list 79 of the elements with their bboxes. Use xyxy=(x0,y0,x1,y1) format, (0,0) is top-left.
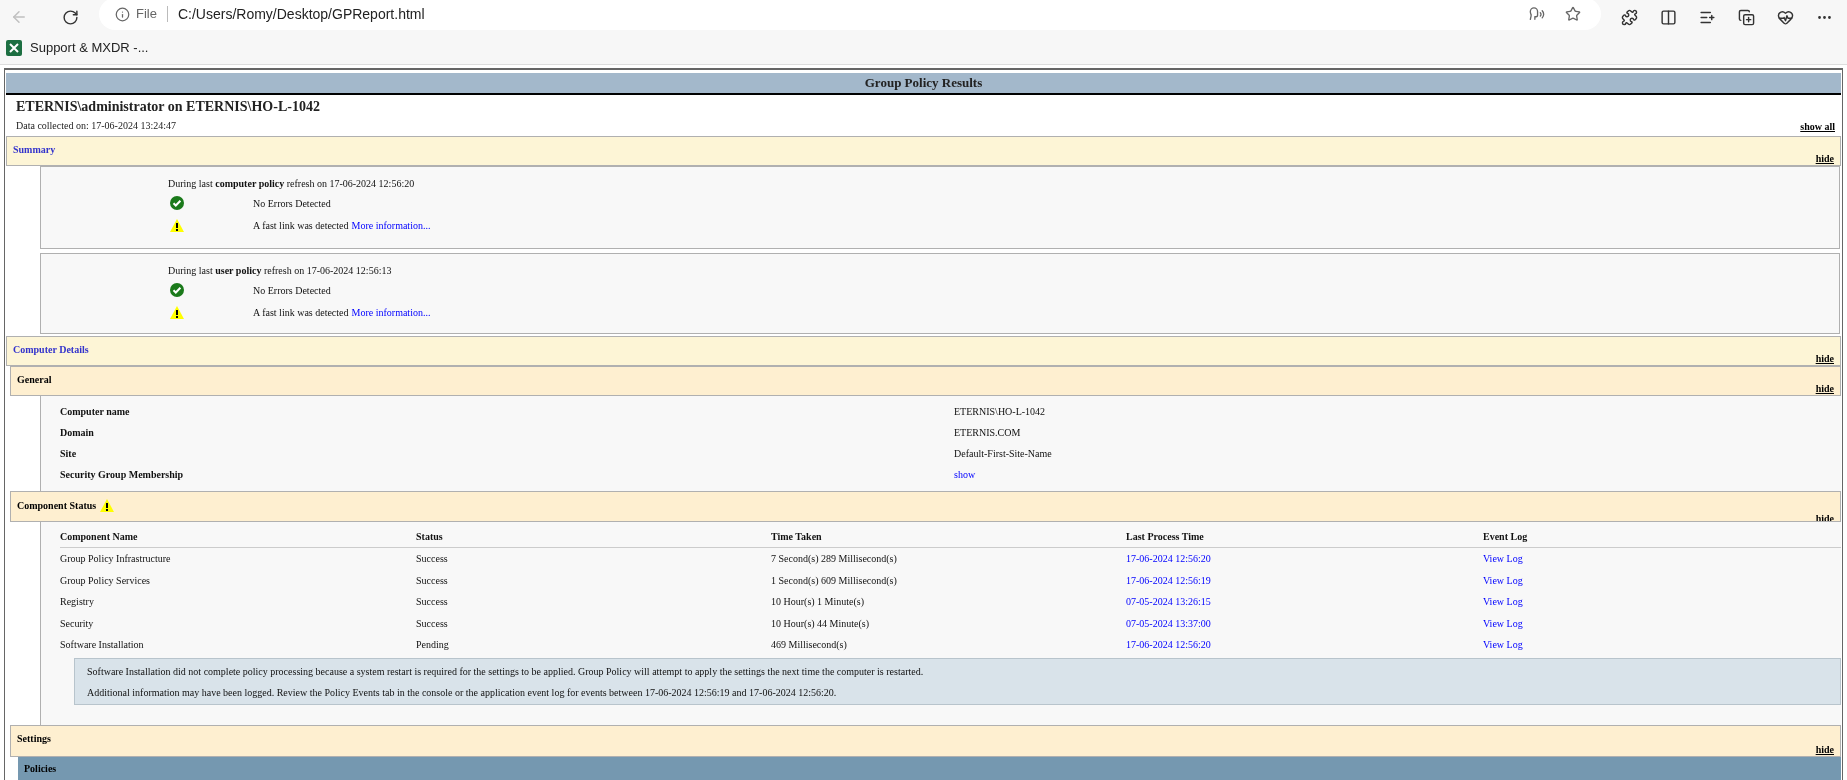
column-header: Time Taken xyxy=(771,530,823,544)
check-icon xyxy=(170,196,184,210)
spreadsheet-icon xyxy=(6,40,22,56)
show-link[interactable]: show xyxy=(954,467,976,482)
table-cell-text: Registry xyxy=(60,595,94,610)
scheme-label: File xyxy=(136,5,157,24)
table-cell-text: Success xyxy=(416,573,448,588)
property-value: ETERNIS\HO-L-1042 xyxy=(954,405,1046,419)
status-text: No Errors Detected xyxy=(253,283,331,298)
table-cell-text: 10 Hour(s) 1 Minute(s) xyxy=(771,595,865,610)
table-cell-text: Group Policy Infrastructure xyxy=(60,552,171,567)
table-cell-text: Success xyxy=(416,616,448,631)
hide-link[interactable]: hide xyxy=(1815,154,1834,164)
address-bar[interactable]: File C:/Users/Romy/Desktop/GPReport.html xyxy=(99,0,1601,30)
section-title: General xyxy=(17,373,52,387)
view-log-link[interactable]: View Log xyxy=(1483,637,1523,653)
hide-link[interactable]: hide xyxy=(1815,745,1834,755)
table-cell-text: Pending xyxy=(416,638,449,653)
section-title: Computer Details xyxy=(13,343,89,357)
process-time-link[interactable]: 17-06-2024 12:56:20 xyxy=(1126,637,1211,653)
favorite-star-icon[interactable] xyxy=(1565,6,1581,22)
table-cell-text: 469 Millisecond(s) xyxy=(771,638,847,653)
table-cell-text: Group Policy Services xyxy=(60,573,150,588)
section-title: Policies xyxy=(24,762,57,776)
property-label: Computer name xyxy=(60,405,131,419)
property-label: Site xyxy=(60,447,78,461)
refresh-text: During last computer policy refresh on 17-06-2024 12:56:20 xyxy=(168,177,416,191)
process-time-link[interactable]: 07-05-2024 13:37:00 xyxy=(1126,615,1211,631)
report-heading: ETERNIS\administrator on ETERNIS\HO-L-1042 xyxy=(16,98,321,116)
browser-essentials-icon[interactable] xyxy=(1777,8,1794,26)
column-header: Last Process Time xyxy=(1126,530,1205,544)
more-information-link[interactable]: More information... xyxy=(351,217,431,233)
section-title: Component Status xyxy=(17,499,97,513)
table-cell-text: 1 Second(s) 609 Millisecond(s) xyxy=(771,573,897,588)
message-text: Additional information may have been logged. Review the Policy Events tab in the console or the application event log for events between 17-06-2024 12:56:19 and 17-06-2024 12:56:20. xyxy=(87,685,838,699)
table-cell-text: Success xyxy=(416,552,448,567)
table-cell-text: 7 Second(s) 289 Millisecond(s) xyxy=(771,552,897,567)
show-all-link[interactable]: show all xyxy=(1800,119,1835,134)
section-title: Settings xyxy=(17,732,51,746)
extensions-icon[interactable] xyxy=(1621,8,1638,26)
hide-link[interactable]: hide xyxy=(1815,354,1834,364)
warning-icon xyxy=(170,218,184,232)
split-screen-icon[interactable] xyxy=(1660,8,1677,26)
collected-text: Data collected on: 17-06-2024 13:24:47 xyxy=(16,119,176,133)
collections-icon[interactable] xyxy=(1738,8,1755,26)
view-log-link[interactable]: View Log xyxy=(1483,551,1523,567)
view-log-link[interactable]: View Log xyxy=(1483,594,1523,610)
property-label: Security Group Membership xyxy=(60,468,185,482)
info-icon[interactable] xyxy=(115,6,130,22)
status-text: A fast link was detected xyxy=(253,305,349,320)
status-text: No Errors Detected xyxy=(253,196,331,211)
property-value: ETERNIS.COM xyxy=(954,426,1021,440)
message-text: Software Installation did not complete policy processing because a system restart is required for the settings to be applied. Group Policy will attempt to apply the settings the next time the computer is restarted. xyxy=(87,664,925,678)
more-information-link[interactable]: More information... xyxy=(351,304,431,320)
column-header: Component Name xyxy=(60,530,139,544)
view-log-link[interactable]: View Log xyxy=(1483,572,1523,588)
process-time-link[interactable]: 17-06-2024 12:56:19 xyxy=(1126,572,1211,588)
process-time-link[interactable]: 17-06-2024 12:56:20 xyxy=(1126,551,1211,567)
reload-icon[interactable] xyxy=(62,8,79,26)
column-header: Event Log xyxy=(1483,530,1529,544)
property-value: Default-First-Site-Name xyxy=(954,447,1052,461)
status-text: A fast link was detected xyxy=(253,218,349,233)
table-cell-text: 10 Hour(s) 44 Minute(s) xyxy=(771,616,870,631)
bookmark-item[interactable]: Support & MXDR -... xyxy=(4,38,151,58)
check-icon xyxy=(170,283,184,297)
table-cell-text: Security xyxy=(60,616,94,631)
process-time-link[interactable]: 07-05-2024 13:26:15 xyxy=(1126,594,1211,610)
column-header: Status xyxy=(416,530,444,544)
refresh-text: During last user policy refresh on 17-06-2024 12:56:13 xyxy=(168,264,393,278)
property-label: Domain xyxy=(60,426,95,440)
table-cell-text: Software Installation xyxy=(60,638,144,653)
hide-link[interactable]: hide xyxy=(1815,384,1834,394)
report-title: Group Policy Results xyxy=(864,74,983,93)
view-log-link[interactable]: View Log xyxy=(1483,615,1523,631)
section-title: Summary xyxy=(13,143,56,157)
table-cell-text: Success xyxy=(416,595,448,610)
url-text: C:/Users/Romy/Desktop/GPReport.html xyxy=(177,4,425,24)
warning-icon xyxy=(170,305,184,319)
read-aloud-icon[interactable] xyxy=(1529,6,1545,22)
